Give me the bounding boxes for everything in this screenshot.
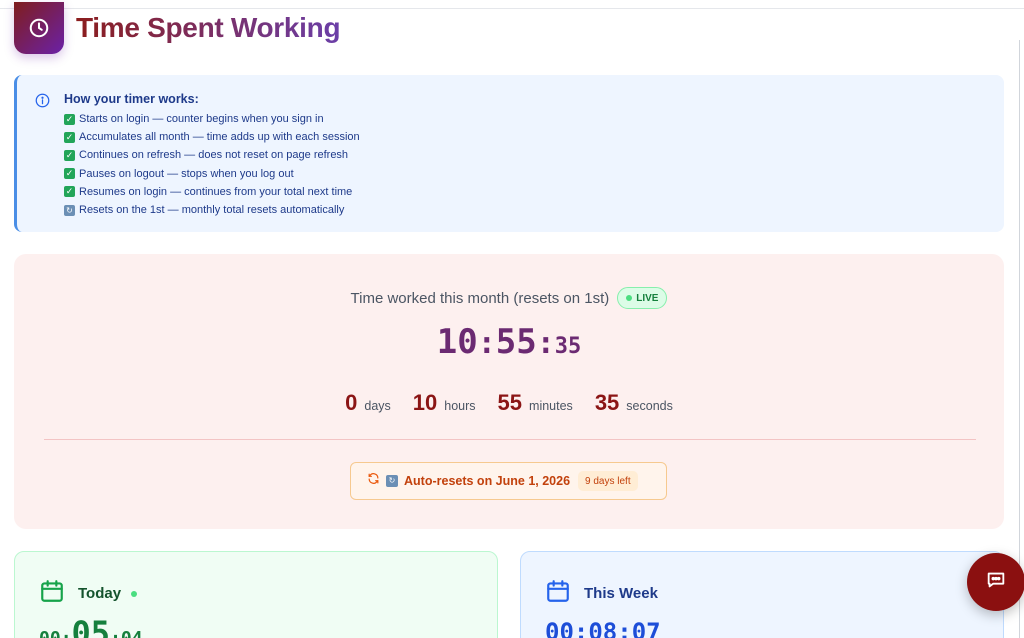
today-card: Today 00:05:04 (14, 551, 498, 638)
days-left-badge: 9 days left (578, 471, 638, 491)
hours-value: 10 (412, 390, 438, 415)
today-title: Today (78, 585, 122, 602)
list-item: ✓ Starts on login — counter begins when y… (64, 113, 324, 125)
today-header: Today (39, 578, 138, 609)
this-week-card: This Week 00:08:07 (520, 551, 1004, 638)
list-item: ✓ Pauses on logout — stops when you log o… (64, 167, 294, 180)
check-icon: ✓ (64, 131, 75, 143)
monthly-timer-card: Time worked this month (resets on 1st) L… (14, 254, 1004, 529)
check-icon: ✓ (64, 149, 75, 161)
calendar-icon (39, 578, 65, 609)
week-title: This Week (584, 585, 658, 602)
week-clock: 00:08:07 (545, 618, 661, 638)
check-icon: ✓ (64, 113, 75, 125)
clock-minutes: 55 (495, 322, 537, 362)
days-label: days (364, 399, 391, 413)
info-icon (35, 93, 50, 113)
list-item: ✓ Accumulates all month — time adds up wi… (64, 131, 360, 144)
repeat-emoji-icon: ↻ (386, 475, 398, 487)
minutes-label: minutes (529, 399, 573, 413)
reset-date-text: Auto-resets on June 1, 2026 (404, 474, 571, 488)
timer-label: Time worked this month (resets on 1st) (350, 289, 610, 307)
active-dot-icon (131, 590, 138, 597)
timer-header: Time worked this month (resets on 1st) L… (14, 287, 1004, 309)
window-edge (1019, 40, 1020, 638)
live-badge: LIVE (617, 287, 668, 309)
chat-icon (985, 569, 1007, 596)
clock-seconds: 35 (554, 334, 582, 359)
page-header: Time Spent Working (14, 0, 341, 56)
chat-button[interactable] (967, 553, 1024, 611)
refresh-icon: ↻ (64, 204, 75, 216)
days-value: 0 (345, 390, 358, 415)
today-clock: 00:05:04 (39, 614, 143, 638)
timer-info-panel: How your timer works: ✓ Starts on login —… (14, 75, 1004, 232)
info-list: ✓ Starts on login — counter begins when y… (64, 110, 1004, 219)
auto-reset-notice: ↻ Auto-resets on June 1, 2026 9 days lef… (350, 462, 667, 500)
time-breakdown: 0 days 10 hours 55 minutes 35 seconds (14, 390, 1004, 416)
list-item: ✓ Continues on refresh — does not reset o… (64, 149, 349, 162)
check-icon: ✓ (64, 168, 75, 180)
refresh-icon (367, 472, 380, 490)
clock-icon (14, 2, 64, 54)
live-dot-icon (626, 295, 633, 301)
seconds-label: seconds (626, 399, 673, 413)
info-title: How your timer works: (64, 92, 199, 106)
seconds-value: 35 (594, 390, 620, 415)
hours-label: hours (444, 399, 476, 413)
week-header: This Week (545, 578, 658, 609)
divider (44, 439, 976, 440)
minutes-value: 55 (497, 390, 523, 415)
clock-hours: 10 (436, 322, 478, 362)
page-title: Time Spent Working (76, 12, 341, 43)
check-icon: ✓ (64, 186, 75, 198)
calendar-icon (545, 578, 571, 609)
list-item: ✓ Resumes on login — continues from your … (64, 185, 353, 198)
monthly-clock: 10:55:35 (436, 322, 582, 362)
list-item: ↻ Resets on the 1st — monthly total reset… (64, 201, 1004, 219)
